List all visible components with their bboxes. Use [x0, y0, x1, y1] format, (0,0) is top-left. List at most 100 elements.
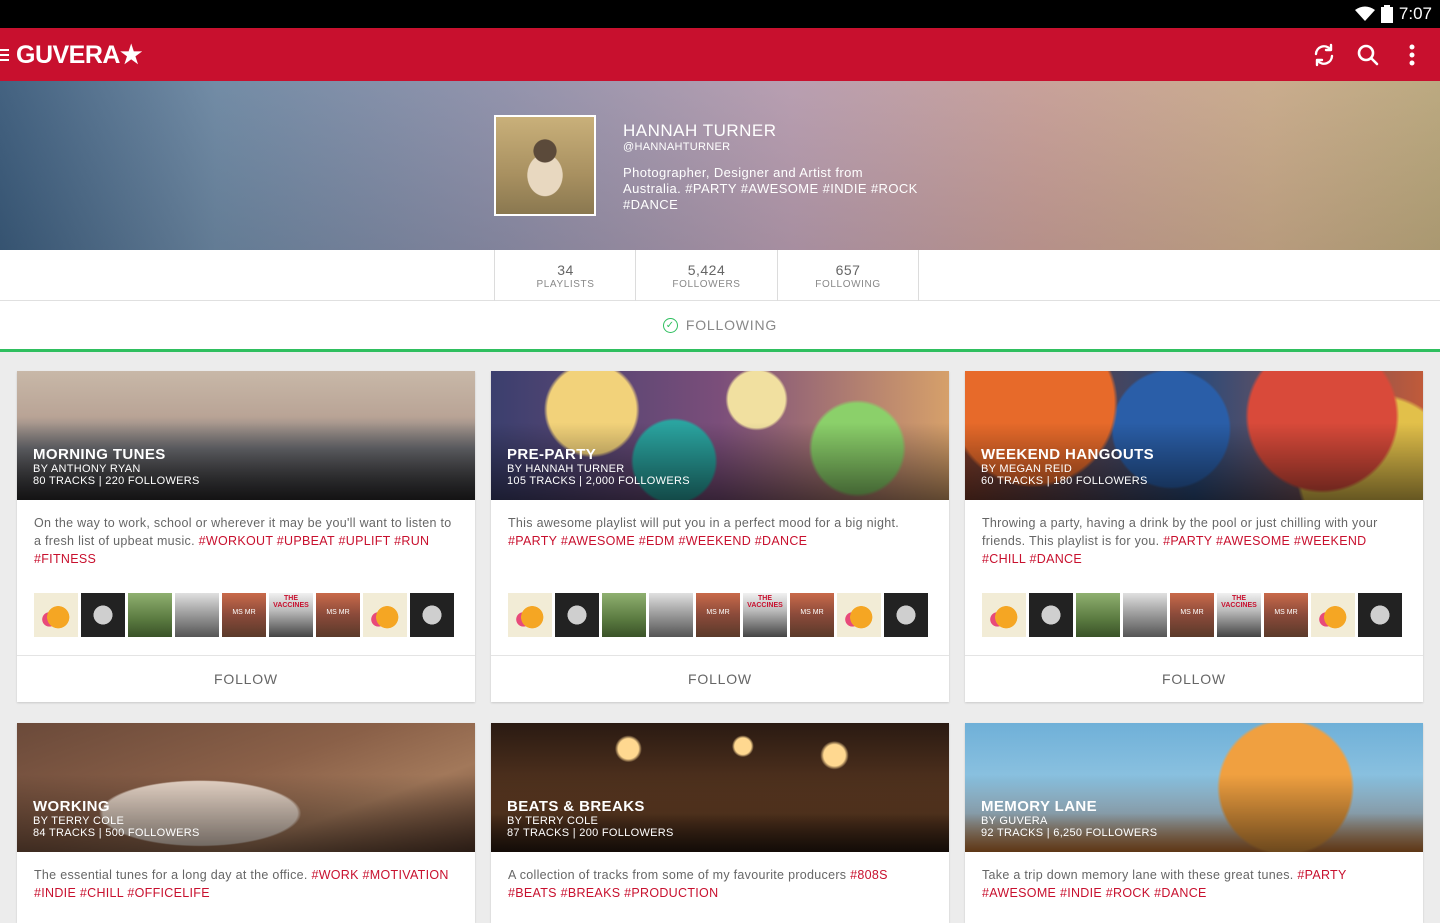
cover-label: MS MR [232, 609, 256, 616]
stat-playlists[interactable]: 34 PLAYLISTS [494, 250, 636, 301]
cover-art[interactable] [81, 593, 125, 637]
playlist-card[interactable]: WORKING BY TERRY COLE 84 TRACKS | 500 FO… [17, 723, 475, 923]
stat-label: FOLLOWERS [672, 279, 741, 290]
playlist-image[interactable]: MEMORY LANE BY GUVERA 92 TRACKS | 6,250 … [965, 723, 1423, 852]
cover-label: THE VACCINES [273, 595, 309, 609]
status-bar: 7:07 [0, 0, 1440, 28]
following-label: FOLLOWING [685, 317, 778, 333]
playlist-author: BY TERRY COLE [33, 815, 125, 827]
cover-art[interactable]: THE VACCINES [743, 593, 787, 637]
description-text: Take a trip down memory lane with these … [982, 868, 1298, 882]
cover-art[interactable] [363, 593, 407, 637]
playlist-description: This awesome playlist will put you in a … [508, 514, 933, 550]
playlist-title: MORNING TUNES [33, 446, 166, 463]
playlist-image[interactable]: WEEKEND HANGOUTS BY MEGAN REID 60 TRACKS… [965, 371, 1423, 500]
cover-art[interactable]: MS MR [222, 593, 266, 637]
stat-value: 34 [557, 262, 574, 278]
playlist-meta: 84 TRACKS | 500 FOLLOWERS [33, 827, 200, 839]
follow-button[interactable]: FOLLOW [17, 655, 475, 702]
playlist-title: PRE-PARTY [507, 446, 597, 463]
playlist-card[interactable]: BEATS & BREAKS BY TERRY COLE 87 TRACKS |… [491, 723, 949, 923]
cover-label: MS MR [800, 609, 824, 616]
playlist-title: WEEKEND HANGOUTS [981, 446, 1155, 463]
playlist-meta: 87 TRACKS | 200 FOLLOWERS [507, 827, 674, 839]
playlist-author: BY GUVERA [981, 815, 1048, 827]
cover-art[interactable] [1311, 593, 1355, 637]
refresh-icon[interactable] [1312, 43, 1336, 67]
cover-art[interactable]: MS MR [1170, 593, 1214, 637]
cover-art[interactable] [555, 593, 599, 637]
cover-strip: MS MR THE VACCINES MS MR [508, 593, 928, 637]
cover-label: THE VACCINES [1221, 595, 1257, 609]
cover-strip: MS MR THE VACCINES MS MR [982, 593, 1402, 637]
cover-art[interactable]: THE VACCINES [269, 593, 313, 637]
cover-art[interactable] [410, 593, 454, 637]
playlist-image[interactable]: BEATS & BREAKS BY TERRY COLE 87 TRACKS |… [491, 723, 949, 852]
playlist-image[interactable]: MORNING TUNES BY ANTHONY RYAN 80 TRACKS … [17, 371, 475, 500]
profile-info: HANNAH TURNER @HANNAHTURNER Photographer… [623, 121, 923, 213]
cover-art[interactable] [128, 593, 172, 637]
cover-art[interactable]: MS MR [790, 593, 834, 637]
follow-button[interactable]: FOLLOW [965, 655, 1423, 702]
cover-art[interactable] [602, 593, 646, 637]
playlist-tags[interactable]: #PARTY #AWESOME #EDM #WEEKEND #DANCE [508, 534, 807, 548]
playlist-title: WORKING [33, 798, 110, 815]
cover-art[interactable] [1076, 593, 1120, 637]
playlist-meta: 80 TRACKS | 220 FOLLOWERS [33, 475, 200, 487]
stat-label: FOLLOWING [815, 279, 881, 290]
guvera-logo[interactable]: GUVERA★ [16, 40, 142, 70]
cover-art[interactable] [1029, 593, 1073, 637]
wifi-icon [1354, 6, 1375, 21]
stat-value: 657 [835, 262, 861, 278]
battery-icon [1380, 5, 1393, 23]
cover-art[interactable] [837, 593, 881, 637]
cover-strip: MS MR THE VACCINES MS MR [34, 593, 454, 637]
cover-art[interactable] [982, 593, 1026, 637]
cover-art[interactable] [508, 593, 552, 637]
playlist-meta: 60 TRACKS | 180 FOLLOWERS [981, 475, 1148, 487]
cover-art[interactable] [649, 593, 693, 637]
cover-art[interactable]: MS MR [1264, 593, 1308, 637]
cover-art[interactable]: THE VACCINES [1217, 593, 1261, 637]
playlist-author: BY TERRY COLE [507, 815, 599, 827]
playlist-description: Throwing a party, having a drink by the … [982, 514, 1407, 568]
profile-name: HANNAH TURNER [623, 121, 777, 140]
check-circle-icon: ✓ [662, 317, 678, 333]
playlist-author: BY HANNAH TURNER [507, 463, 625, 475]
cover-label: MS MR [706, 609, 730, 616]
cover-art[interactable] [1358, 593, 1402, 637]
playlist-title: MEMORY LANE [981, 798, 1098, 815]
follow-button[interactable]: FOLLOW [491, 655, 949, 702]
menu-icon[interactable] [0, 48, 10, 61]
description-text: A collection of tracks from some of my f… [508, 868, 851, 882]
cover-label: MS MR [326, 609, 350, 616]
playlist-card[interactable]: WEEKEND HANGOUTS BY MEGAN REID 60 TRACKS… [965, 371, 1423, 702]
profile-handle: @HANNAHTURNER [623, 141, 731, 153]
stat-following[interactable]: 657 FOLLOWING [777, 250, 919, 301]
profile-stats: 34 PLAYLISTS 5,424 FOLLOWERS 657 FOLLOWI… [0, 250, 1440, 301]
cover-art[interactable] [34, 593, 78, 637]
description-text: This awesome playlist will put you in a … [508, 516, 900, 530]
following-toggle-button[interactable]: ✓ FOLLOWING [0, 301, 1440, 352]
cover-art[interactable] [1123, 593, 1167, 637]
playlist-image[interactable]: PRE-PARTY BY HANNAH TURNER 105 TRACKS | … [491, 371, 949, 500]
cover-label: MS MR [1180, 609, 1204, 616]
playlist-meta: 105 TRACKS | 2,000 FOLLOWERS [507, 475, 690, 487]
playlist-card[interactable]: MEMORY LANE BY GUVERA 92 TRACKS | 6,250 … [965, 723, 1423, 923]
playlist-card[interactable]: PRE-PARTY BY HANNAH TURNER 105 TRACKS | … [491, 371, 949, 702]
search-icon[interactable] [1356, 43, 1380, 67]
playlist-description: On the way to work, school or wherever i… [34, 514, 459, 568]
app-bar: GUVERA★ [0, 28, 1440, 81]
cover-art[interactable]: MS MR [316, 593, 360, 637]
playlist-card[interactable]: MORNING TUNES BY ANTHONY RYAN 80 TRACKS … [17, 371, 475, 702]
playlist-description: Take a trip down memory lane with these … [982, 866, 1407, 902]
playlist-author: BY MEGAN REID [981, 463, 1073, 475]
stat-value: 5,424 [687, 262, 726, 278]
clock: 7:07 [1398, 4, 1432, 23]
playlist-image[interactable]: WORKING BY TERRY COLE 84 TRACKS | 500 FO… [17, 723, 475, 852]
more-vert-icon[interactable] [1400, 43, 1424, 67]
cover-art[interactable] [175, 593, 219, 637]
cover-art[interactable] [884, 593, 928, 637]
stat-followers[interactable]: 5,424 FOLLOWERS [635, 250, 777, 301]
cover-art[interactable]: MS MR [696, 593, 740, 637]
